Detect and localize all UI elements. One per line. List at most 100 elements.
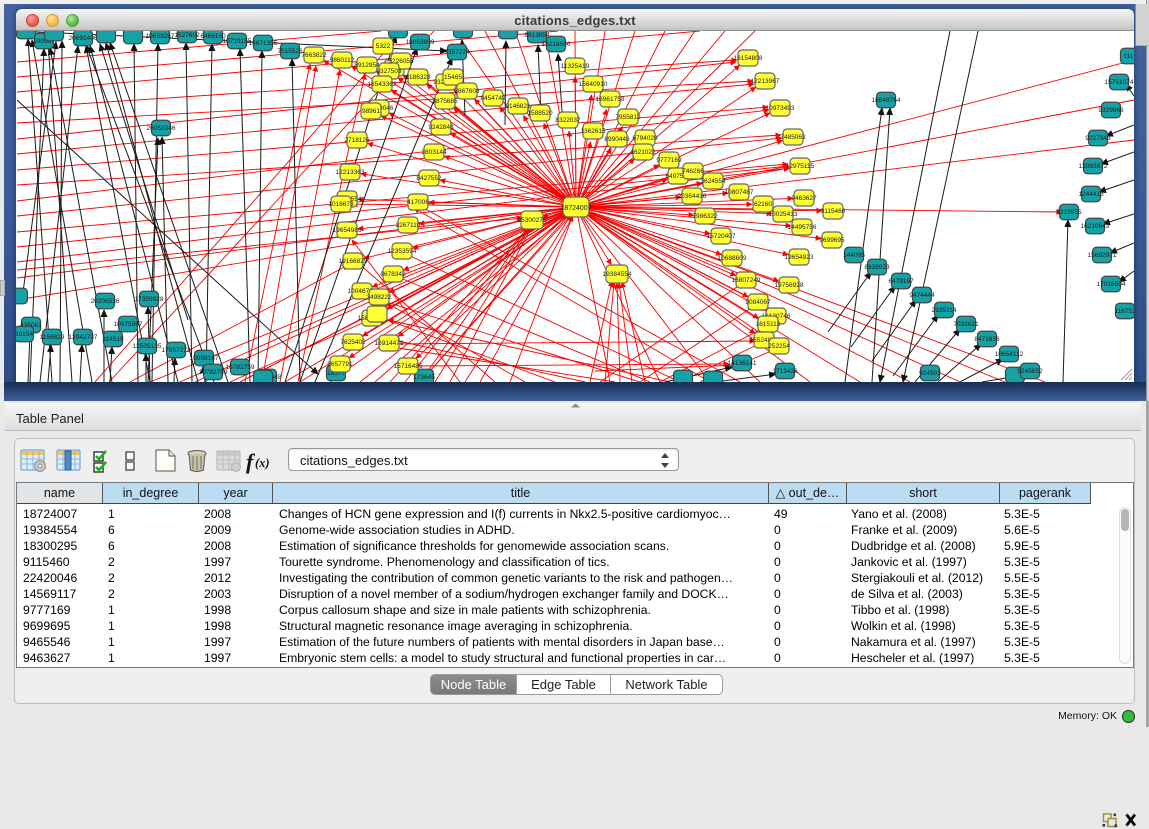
svg-text:8186328: 8186328 bbox=[405, 74, 431, 81]
svg-text:62160: 62160 bbox=[754, 201, 772, 208]
svg-text:7625402: 7625402 bbox=[340, 339, 366, 346]
svg-text:144095: 144095 bbox=[843, 252, 865, 259]
svg-text:9463627: 9463627 bbox=[791, 195, 817, 202]
svg-text:20691406: 20691406 bbox=[69, 35, 98, 42]
svg-text:19384554: 19384554 bbox=[603, 271, 632, 278]
svg-text:16671355: 16671355 bbox=[249, 40, 278, 47]
svg-text:173645: 173645 bbox=[413, 374, 435, 381]
svg-text:1156829: 1156829 bbox=[40, 334, 65, 341]
svg-text:8990448: 8990448 bbox=[604, 136, 630, 143]
svg-text:7955812: 7955812 bbox=[615, 114, 641, 121]
svg-text:9474444: 9474444 bbox=[909, 292, 935, 299]
svg-text:2803144: 2803144 bbox=[421, 149, 447, 156]
svg-text:12942737: 12942737 bbox=[69, 334, 98, 341]
svg-text:417006: 417006 bbox=[407, 199, 429, 206]
svg-text:8471626: 8471626 bbox=[974, 336, 1000, 343]
svg-text:1713426: 1713426 bbox=[772, 368, 798, 375]
svg-text:25300275: 25300275 bbox=[518, 217, 547, 224]
svg-text:1016673: 1016673 bbox=[328, 201, 354, 208]
svg-text:14136141: 14136141 bbox=[728, 360, 757, 367]
svg-text:746266: 746266 bbox=[682, 168, 704, 175]
svg-text:17016504: 17016504 bbox=[1097, 281, 1126, 288]
svg-text:7515526: 7515526 bbox=[277, 48, 303, 55]
svg-text:5322: 5322 bbox=[376, 43, 391, 50]
svg-text:3875685: 3875685 bbox=[432, 98, 458, 105]
svg-text:15218506: 15218506 bbox=[542, 41, 571, 48]
svg-text:17359928: 17359928 bbox=[135, 296, 164, 303]
svg-text:1621022: 1621022 bbox=[630, 149, 656, 156]
svg-text:15640910: 15640910 bbox=[579, 81, 608, 88]
svg-text:15720407: 15720407 bbox=[707, 233, 736, 240]
svg-text:10807487: 10807487 bbox=[725, 189, 754, 196]
svg-text:10025433: 10025433 bbox=[769, 211, 798, 218]
svg-text:1527602: 1527602 bbox=[174, 32, 200, 39]
svg-text:7986322: 7986322 bbox=[692, 213, 718, 220]
svg-text:6794028: 6794028 bbox=[632, 135, 658, 142]
svg-text:10653267: 10653267 bbox=[146, 33, 175, 40]
svg-text:1117: 1117 bbox=[1123, 53, 1134, 60]
svg-text:7663822: 7663822 bbox=[301, 52, 327, 59]
svg-text:116753: 116753 bbox=[1114, 308, 1134, 315]
svg-text:16543362: 16543362 bbox=[368, 81, 397, 88]
svg-text:(x): (x) bbox=[255, 456, 270, 470]
svg-text:8813054: 8813054 bbox=[524, 32, 550, 39]
svg-text:11325419: 11325419 bbox=[561, 63, 590, 70]
svg-text:6479197: 6479197 bbox=[888, 278, 914, 285]
svg-text:19166825: 19166825 bbox=[339, 258, 368, 265]
svg-text:16782759: 16782759 bbox=[226, 364, 255, 371]
svg-text:9699695: 9699695 bbox=[819, 237, 845, 244]
svg-text:12213967: 12213967 bbox=[751, 78, 780, 85]
svg-text:15465: 15465 bbox=[444, 74, 462, 81]
svg-text:39154: 39154 bbox=[16, 331, 33, 338]
svg-text:15716485: 15716485 bbox=[394, 363, 423, 370]
svg-text:18807249: 18807249 bbox=[732, 277, 761, 284]
svg-text:16210643: 16210643 bbox=[1081, 223, 1110, 230]
svg-text:10975867: 10975867 bbox=[114, 321, 143, 328]
svg-text:14495756: 14495756 bbox=[788, 224, 817, 231]
svg-text:7357224: 7357224 bbox=[444, 49, 470, 56]
svg-text:10958187: 10958187 bbox=[190, 355, 219, 362]
svg-text:9860112: 9860112 bbox=[330, 57, 355, 64]
svg-text:9084067: 9084067 bbox=[745, 299, 771, 306]
svg-text:10719155: 10719155 bbox=[223, 38, 252, 45]
svg-text:9245652: 9245652 bbox=[1017, 368, 1043, 375]
svg-text:114519: 114519 bbox=[102, 336, 124, 343]
svg-text:10688609: 10688609 bbox=[718, 255, 747, 262]
svg-text:3498222: 3498222 bbox=[366, 294, 392, 301]
svg-text:9657791: 9657791 bbox=[327, 361, 353, 368]
svg-text:9215955: 9215955 bbox=[1056, 209, 1082, 216]
svg-text:12093872: 12093872 bbox=[1079, 163, 1108, 170]
svg-text:2935114: 2935114 bbox=[932, 307, 957, 314]
svg-text:12975115: 12975115 bbox=[786, 163, 815, 170]
svg-text:16914479: 16914479 bbox=[375, 340, 404, 347]
svg-text:10973493: 10973493 bbox=[766, 105, 795, 112]
svg-text:1244415: 1244415 bbox=[1078, 191, 1104, 198]
svg-text:15751074: 15751074 bbox=[1105, 79, 1134, 86]
svg-text:20364436: 20364436 bbox=[678, 193, 707, 200]
svg-text:8454749: 8454749 bbox=[480, 95, 506, 102]
svg-text:252254: 252254 bbox=[768, 343, 790, 350]
svg-text:16053809: 16053809 bbox=[406, 39, 435, 46]
svg-text:17957273: 17957273 bbox=[162, 347, 191, 354]
svg-text:26053346: 26053346 bbox=[147, 125, 176, 132]
svg-text:9777169: 9777169 bbox=[656, 157, 682, 164]
svg-text:3624554: 3624554 bbox=[700, 178, 726, 185]
svg-text:9115460: 9115460 bbox=[821, 208, 846, 215]
svg-text:19756928: 19756928 bbox=[775, 282, 804, 289]
svg-text:9242848: 9242848 bbox=[428, 124, 454, 131]
svg-text:2867608: 2867608 bbox=[454, 88, 480, 95]
svg-text:20206536: 20206536 bbox=[91, 298, 120, 305]
svg-text:9327503: 9327503 bbox=[376, 68, 402, 75]
svg-text:1615112: 1615112 bbox=[756, 321, 781, 328]
svg-text:19654985: 19654985 bbox=[333, 227, 362, 234]
svg-text:16961758: 16961758 bbox=[596, 96, 625, 103]
svg-text:9227343: 9227343 bbox=[1085, 135, 1111, 142]
svg-text:3267110: 3267110 bbox=[396, 222, 421, 229]
svg-text:8322037: 8322037 bbox=[555, 117, 581, 124]
svg-text:10782759: 10782759 bbox=[199, 369, 228, 376]
svg-text:12213363: 12213363 bbox=[336, 169, 365, 176]
svg-text:2718126: 2718126 bbox=[344, 137, 370, 144]
svg-text:12505135: 12505135 bbox=[133, 343, 162, 350]
svg-text:8678342: 8678342 bbox=[380, 271, 406, 278]
svg-text:16648764: 16648764 bbox=[872, 97, 901, 104]
